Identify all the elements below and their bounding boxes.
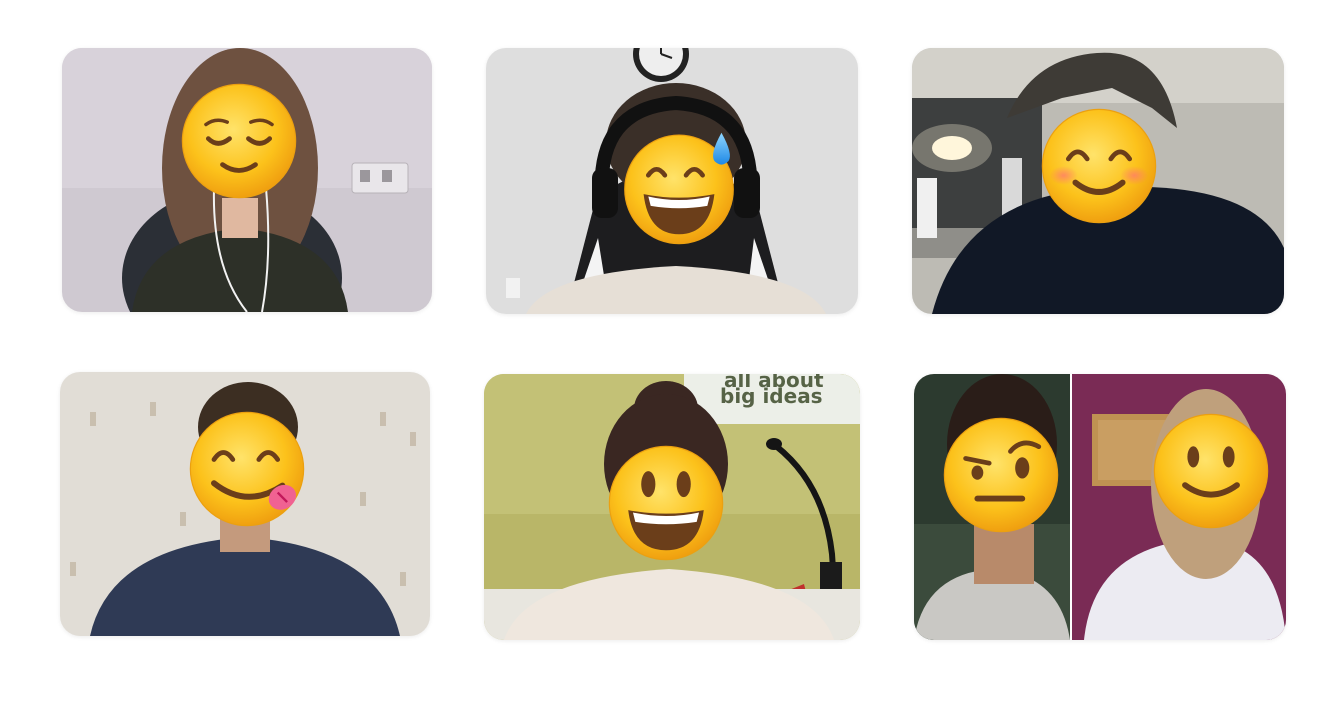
poster-text-line2: big ideas [720, 384, 823, 408]
smiling-face-with-smiling-eyes-icon [1040, 107, 1158, 225]
face-savoring-food-icon [188, 410, 306, 528]
slightly-smiling-face-icon [1152, 412, 1270, 530]
relieved-face-icon [180, 82, 298, 200]
grinning-face-with-sweat-icon [620, 128, 738, 246]
grinning-face-with-big-eyes-icon [607, 444, 725, 562]
face-with-raised-eyebrow-icon [942, 416, 1060, 534]
